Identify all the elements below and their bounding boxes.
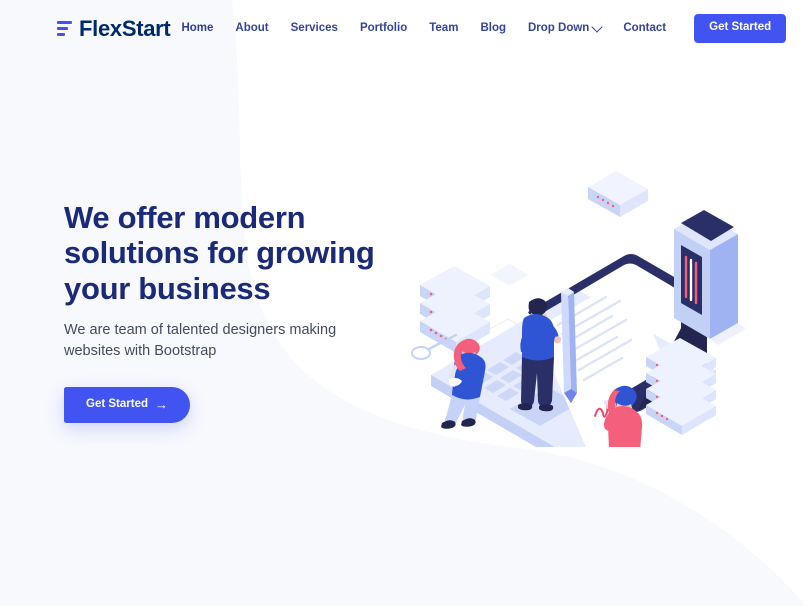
server-stack-left [420, 266, 490, 353]
nav-item-label: Blog [480, 21, 506, 34]
nav-item-label: Drop Down [528, 21, 590, 34]
server-box-top [588, 171, 648, 217]
nav-item-label: About [235, 21, 269, 34]
arrow-right-icon: → [155, 397, 168, 413]
header-get-started-button[interactable]: Get Started [694, 14, 787, 43]
hero-section: We offer modern solutions for growing yo… [0, 57, 806, 606]
brand-logo[interactable]: FlexStart [57, 15, 171, 41]
hero-title: We offer modern solutions for growing yo… [64, 200, 394, 306]
brand-name: FlexStart [79, 15, 171, 41]
hero-title-line-2: solutions for growing [64, 235, 375, 271]
nav-item-services[interactable]: Services [280, 21, 349, 35]
nav-item-drop-down[interactable]: Drop Down [517, 20, 612, 35]
three-bars-icon [57, 19, 73, 39]
page-root: FlexStart Home About Services Portfolio … [0, 0, 806, 606]
nav-item-label: Portfolio [359, 21, 408, 34]
nav-item-label: Home [181, 21, 214, 34]
isometric-document-signing-illustration [411, 171, 746, 447]
chevron-down-icon [591, 20, 603, 33]
primary-navigation: Home About Services Portfolio Team Blog … [170, 14, 787, 43]
nav-item-contact[interactable]: Contact [612, 21, 677, 35]
nav-item-portfolio[interactable]: Portfolio [349, 21, 418, 35]
floor-tiles [490, 264, 529, 286]
nav-item-blog[interactable]: Blog [469, 21, 517, 35]
nav-item-label: Services [290, 21, 338, 34]
nav-item-home[interactable]: Home [170, 21, 224, 35]
nav-item-team[interactable]: Team [418, 21, 469, 35]
site-header: FlexStart Home About Services Portfolio … [0, 0, 806, 57]
hero-title-line-3: your business [64, 270, 271, 306]
hero-get-started-button[interactable]: Get Started → [64, 387, 190, 424]
nav-item-about[interactable]: About [224, 21, 279, 35]
hero-get-started-label: Get Started [86, 397, 148, 410]
nav-item-label: Team [429, 21, 459, 34]
nav-item-label: Contact [623, 21, 667, 34]
hero-title-line-1: We offer modern [64, 200, 306, 235]
hero-illustration [398, 157, 778, 447]
hero-copy: We offer modern solutions for growing yo… [64, 200, 394, 424]
hero-subtitle: We are team of talented designers making… [64, 321, 337, 359]
